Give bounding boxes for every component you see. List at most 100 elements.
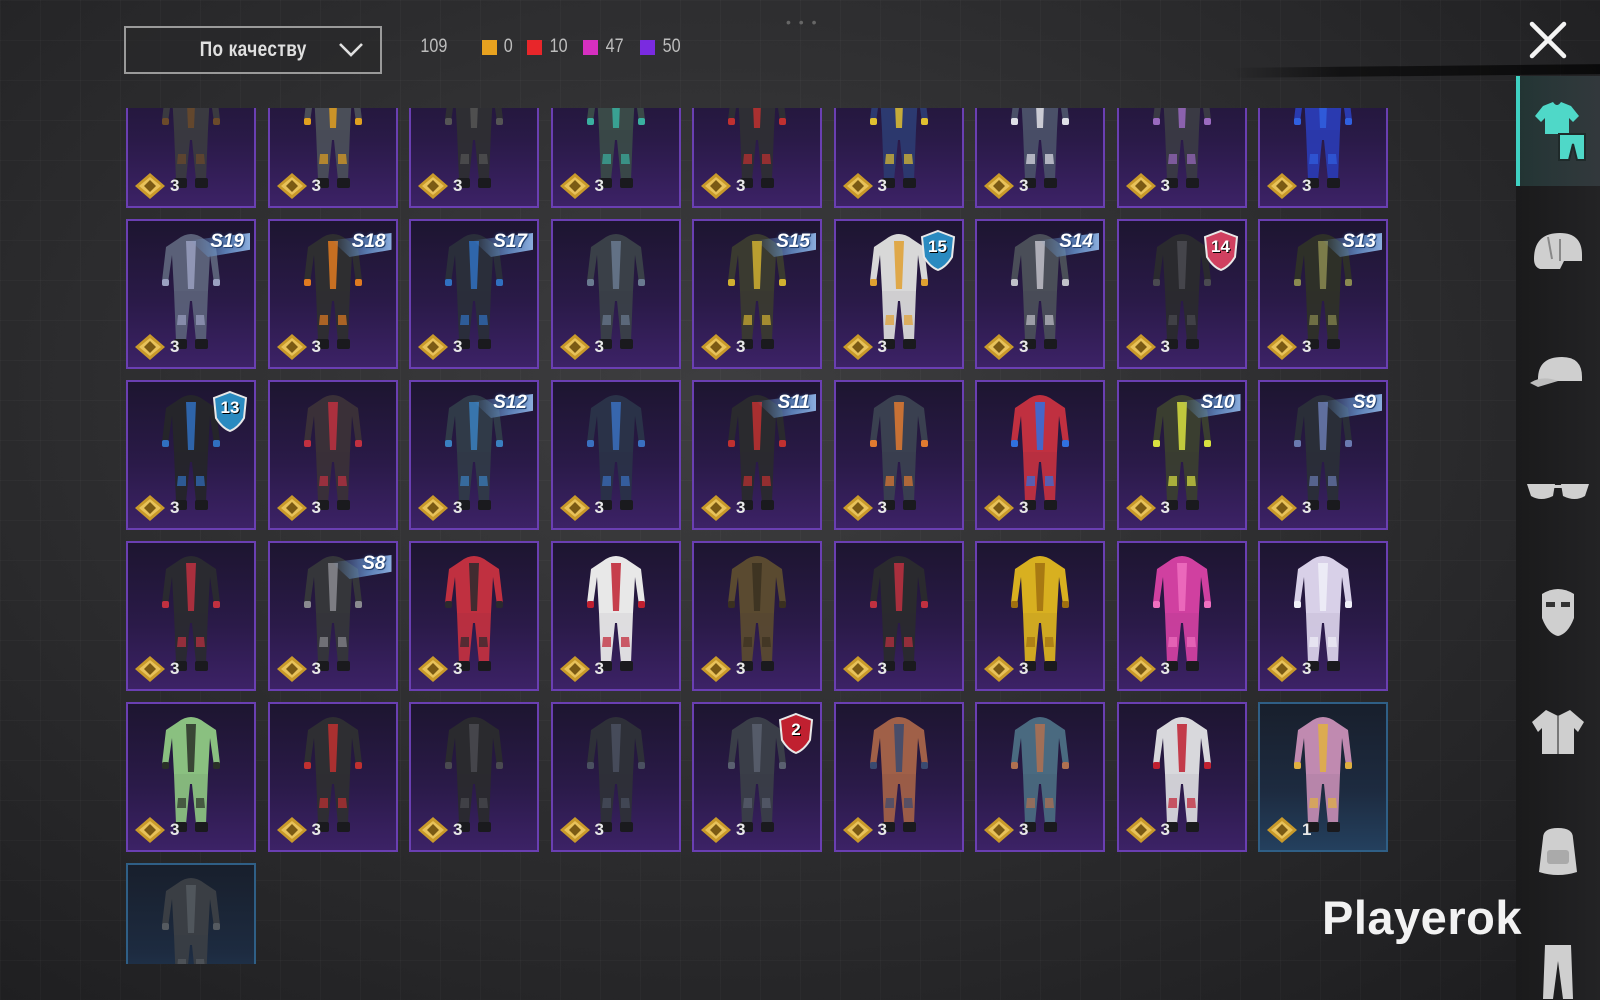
item-quantity: 3	[983, 172, 1028, 200]
tab-helmet[interactable]	[1516, 196, 1600, 306]
outfit-item-tile[interactable]: 3	[975, 108, 1105, 208]
outfit-item-tile[interactable]: 3	[409, 702, 539, 852]
upgrade-diamond-icon	[1125, 817, 1156, 843]
season-label: S11	[777, 392, 810, 413]
tab-mask[interactable]	[1516, 556, 1600, 666]
outfit-item-tile[interactable]	[126, 863, 256, 964]
outfit-item-tile[interactable]: 3	[1116, 108, 1247, 208]
sort-dropdown[interactable]: По качеству	[124, 26, 382, 74]
outfit-item-tile[interactable]: S11 3	[692, 380, 822, 530]
outfit-item-tile[interactable]: 3	[126, 108, 256, 208]
upgrade-diamond-icon	[135, 656, 165, 682]
outfit-item-tile[interactable]: S10 3	[1116, 380, 1247, 530]
tab-pants[interactable]	[1516, 916, 1600, 1000]
upgrade-diamond-icon	[135, 173, 165, 199]
tab-hat[interactable]	[1516, 316, 1600, 426]
drag-handle[interactable]: • • •	[786, 14, 818, 30]
outfit-item-tile[interactable]: 23	[692, 702, 822, 852]
item-quantity: 3	[417, 816, 462, 844]
rarity-swatch	[583, 39, 599, 55]
outfit-item-tile[interactable]: S18 3	[267, 219, 398, 369]
outfit-item-tile[interactable]: S9 3	[1258, 380, 1388, 530]
item-quantity: 3	[1125, 172, 1170, 200]
item-quantity: 3	[983, 494, 1028, 522]
count-rare: 50	[639, 36, 682, 58]
outfit-item-tile[interactable]: 3	[550, 541, 681, 691]
item-quantity: 3	[417, 494, 462, 522]
outfit-item-tile[interactable]: 3	[550, 108, 681, 208]
season-label: S9	[1352, 392, 1376, 413]
outfit-item-tile[interactable]: 3	[833, 108, 964, 208]
outfit-item-tile[interactable]: S13 3	[1258, 219, 1388, 369]
quantity-number: 3	[594, 176, 604, 195]
rarity-swatch	[527, 39, 543, 55]
outfit-item-tile[interactable]: 15 3	[833, 219, 964, 369]
item-quantity: 3	[983, 816, 1028, 844]
outfit-item-tile[interactable]: 3	[1116, 702, 1247, 852]
upgrade-diamond-icon	[842, 656, 873, 682]
outfit-item-tile[interactable]: 3	[692, 108, 822, 208]
outfit-item-tile[interactable]: 3	[692, 541, 822, 691]
outfit-item-tile[interactable]: 3	[833, 702, 964, 852]
close-icon[interactable]	[1526, 18, 1570, 62]
outfit-item-tile[interactable]: 3	[833, 380, 964, 530]
quantity-number: 3	[1160, 337, 1170, 356]
item-quantity: 3	[559, 333, 604, 361]
item-quantity: 3	[134, 816, 179, 844]
outfit-item-tile[interactable]: 3	[975, 702, 1105, 852]
outfit-item-tile[interactable]: 3	[975, 541, 1105, 691]
tab-glasses[interactable]	[1516, 436, 1600, 546]
upgrade-diamond-icon	[276, 495, 307, 521]
tab-outfit[interactable]	[1516, 76, 1600, 186]
upgrade-diamond-icon	[418, 173, 448, 199]
tab-jacket[interactable]	[1516, 676, 1600, 786]
item-quantity: 3	[134, 333, 179, 361]
quantity-number: 3	[453, 498, 463, 517]
item-quantity: 3	[417, 172, 462, 200]
outfit-item-tile[interactable]: S8 3	[267, 541, 398, 691]
outfit-item-tile[interactable]: 3	[409, 541, 539, 691]
outfit-item-tile[interactable]: 3	[975, 380, 1105, 530]
outfit-item-tile[interactable]: 3	[267, 108, 398, 208]
quantity-number: 3	[311, 337, 321, 356]
outfit-item-tile[interactable]: S17 3	[409, 219, 539, 369]
season-badge: S8	[331, 549, 392, 583]
quantity-number: 3	[1160, 176, 1170, 195]
outfit-item-tile[interactable]: 3	[1116, 541, 1247, 691]
tab-backpack[interactable]	[1516, 796, 1600, 906]
season-label: S13	[1342, 231, 1376, 252]
outfit-item-tile[interactable]: 3	[126, 702, 256, 852]
outfit-item-tile[interactable]: S14 3	[975, 219, 1105, 369]
upgrade-diamond-icon	[842, 334, 873, 360]
season-badge: S12	[473, 388, 533, 422]
outfit-item-tile[interactable]: 3	[267, 380, 398, 530]
mask-icon	[1542, 589, 1574, 636]
outfit-item-tile[interactable]: S19 3	[126, 219, 256, 369]
item-quantity: 3	[134, 494, 179, 522]
upgrade-diamond-icon	[1267, 495, 1297, 521]
outfit-item-tile[interactable]: S15 3	[692, 219, 822, 369]
outfit-item-tile[interactable]: 3	[550, 219, 681, 369]
outfit-item-tile[interactable]: 3	[550, 380, 681, 530]
outfit-item-tile[interactable]: 14 3	[1116, 219, 1247, 369]
inventory-scroll-area[interactable]: 3 3 3 3 3 3 3 3 3 S19 3 S18 3 S17 3 3 S15 3 15 3 S14 3 14 3 S13 3…	[126, 108, 1396, 964]
quantity-number: 3	[170, 337, 180, 356]
upgrade-diamond-icon	[701, 656, 731, 682]
quantity-number: 3	[1302, 498, 1312, 517]
outfit-item-tile[interactable]: 3	[550, 702, 681, 852]
outfit-item-tile[interactable]: 13 3	[126, 380, 256, 530]
outfit-item-tile[interactable]: 3	[126, 541, 256, 691]
quantity-number: 3	[594, 337, 604, 356]
outfit-item-tile[interactable]: 3	[1258, 108, 1388, 208]
outfit-image	[162, 878, 220, 964]
outfit-item-tile[interactable]: S12 3	[409, 380, 539, 530]
outfit-item-tile[interactable]: 3	[833, 541, 964, 691]
item-quantity: 1	[1266, 816, 1311, 844]
outfit-item-tile[interactable]: 3	[1258, 541, 1388, 691]
outfit-item-tile[interactable]: 1	[1258, 702, 1388, 852]
season-badge: S18	[331, 227, 392, 261]
item-quantity: 3	[983, 333, 1028, 361]
quantity-number: 3	[1160, 659, 1170, 678]
outfit-item-tile[interactable]: 3	[409, 108, 539, 208]
outfit-item-tile[interactable]: 3	[267, 702, 398, 852]
